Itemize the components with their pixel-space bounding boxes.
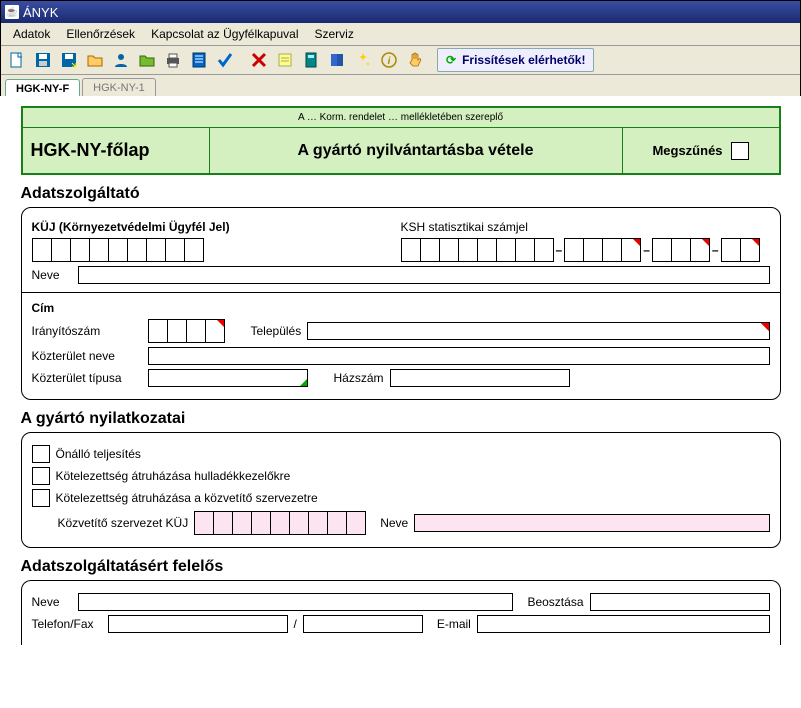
- kozterulet-tipusa-label: Közterület típusa: [32, 371, 142, 385]
- fel-beosztas-input[interactable]: [590, 593, 770, 611]
- tb-book-icon[interactable]: [325, 48, 349, 72]
- kozterulet-neve-label: Közterület neve: [32, 349, 142, 363]
- kozvetito-neve-input[interactable]: [414, 514, 769, 532]
- form-page: A … Korm. rendelet … mellékletében szere…: [21, 106, 781, 708]
- neve-input[interactable]: [78, 266, 770, 284]
- opt3-checkbox[interactable]: [32, 489, 50, 507]
- fel-neve-input[interactable]: [78, 593, 514, 611]
- kozterulet-tipusa-input[interactable]: [148, 369, 308, 387]
- divider: [22, 292, 780, 293]
- menu-adatok[interactable]: Adatok: [5, 25, 58, 43]
- updates-label: Frissítések elérhetők!: [462, 53, 585, 67]
- menu-bar: Adatok Ellenőrzések Kapcsolat az Ügyfélk…: [1, 23, 800, 46]
- fel-fax-input[interactable]: [303, 615, 423, 633]
- fel-beosztas-label: Beosztása: [527, 595, 583, 609]
- tb-save-as-icon[interactable]: [57, 48, 81, 72]
- window-title-bar: ☕ ÁNYK: [1, 1, 800, 23]
- tb-form-icon[interactable]: [187, 48, 211, 72]
- kozterulet-neve-input[interactable]: [148, 347, 770, 365]
- menu-szerviz[interactable]: Szerviz: [306, 25, 361, 43]
- slash-label: /: [294, 617, 297, 631]
- ksh-label: KSH statisztikai számjel: [401, 220, 770, 234]
- tb-calc-icon[interactable]: [299, 48, 323, 72]
- fel-tel-label: Telefon/Fax: [32, 617, 102, 631]
- java-icon: ☕: [5, 5, 19, 19]
- tb-info-icon[interactable]: i: [377, 48, 401, 72]
- menu-ellenorzesek[interactable]: Ellenőrzések: [58, 25, 143, 43]
- fel-email-input[interactable]: [477, 615, 770, 633]
- kozvetito-neve-label: Neve: [380, 516, 408, 530]
- refresh-icon: ⟳: [446, 53, 456, 67]
- tb-print-icon[interactable]: [161, 48, 185, 72]
- section-nyilatkozat-title: A gyártó nyilatkozatai: [21, 410, 781, 428]
- opt2-checkbox[interactable]: [32, 467, 50, 485]
- fel-telefon-input[interactable]: [108, 615, 288, 633]
- opt1-checkbox[interactable]: [32, 445, 50, 463]
- opt3-label: Kötelezettség átruházása a közvetítő sze…: [56, 491, 318, 505]
- megszunes-label: Megszűnés: [652, 143, 722, 158]
- section-adatszolgaltato-title: Adatszolgáltató: [21, 185, 781, 203]
- panel-adatszolgaltato: KÜJ (Környezetvédelmi Ügyfél Jel) KSH st…: [21, 207, 781, 400]
- tab-hgk-ny-1[interactable]: HGK-NY-1: [82, 78, 156, 97]
- hazszam-input[interactable]: [390, 369, 570, 387]
- header-reference: A … Korm. rendelet … mellékletében szere…: [23, 108, 779, 128]
- megszunes-cell: Megszűnés: [623, 128, 779, 173]
- menu-kapcsolat[interactable]: Kapcsolat az Ügyfélkapuval: [143, 25, 306, 43]
- kozvetito-kuj-input[interactable]: [194, 511, 366, 535]
- opt1-label: Önálló teljesítés: [56, 447, 141, 461]
- neve-label: Neve: [32, 268, 72, 282]
- opt2-label: Kötelezettség átruházása hulladékkezelők…: [56, 469, 291, 483]
- window-title: ÁNYK: [23, 5, 58, 20]
- tb-magic-icon[interactable]: [351, 48, 375, 72]
- tb-user-icon[interactable]: [109, 48, 133, 72]
- form-code: HGK-NY-főlap: [23, 128, 210, 173]
- toolbar: i ⟳ Frissítések elérhetők!: [1, 46, 800, 75]
- svg-text:i: i: [388, 56, 391, 67]
- tb-hand-icon[interactable]: [403, 48, 427, 72]
- tb-new-icon[interactable]: [5, 48, 29, 72]
- tb-delete-icon[interactable]: [247, 48, 271, 72]
- irsz-input[interactable]: [148, 319, 225, 343]
- section-felelos-title: Adatszolgáltatásért felelős: [21, 558, 781, 576]
- hazszam-label: Házszám: [334, 371, 384, 385]
- kozvetito-kuj-label: Közvetítő szervezet KÜJ: [58, 516, 189, 530]
- tab-strip: HGK-NY-F HGK-NY-1: [1, 75, 800, 98]
- kuj-label: KÜJ (Környezetvédelmi Ügyfél Jel): [32, 220, 386, 234]
- form-header: A … Korm. rendelet … mellékletében szere…: [21, 106, 781, 175]
- tb-note-icon[interactable]: [273, 48, 297, 72]
- fel-neve-label: Neve: [32, 595, 72, 609]
- panel-nyilatkozat: Önálló teljesítés Kötelezettség átruházá…: [21, 432, 781, 548]
- kuj-input[interactable]: [32, 238, 386, 262]
- ksh-input[interactable]: – – –: [401, 238, 770, 262]
- tb-open-icon[interactable]: [83, 48, 107, 72]
- tb-check-icon[interactable]: [213, 48, 237, 72]
- irsz-label: Irányítószám: [32, 324, 142, 338]
- fel-email-label: E-mail: [437, 617, 471, 631]
- tb-save-icon[interactable]: [31, 48, 55, 72]
- updates-available-button[interactable]: ⟳ Frissítések elérhetők!: [437, 48, 594, 72]
- tb-folder-icon[interactable]: [135, 48, 159, 72]
- cim-label: Cím: [32, 301, 770, 315]
- form-title: A gyártó nyilvántartásba vétele: [210, 128, 623, 173]
- telepules-label: Település: [251, 324, 302, 338]
- form-scroll-area[interactable]: A … Korm. rendelet … mellékletében szere…: [0, 96, 801, 708]
- telepules-input[interactable]: [307, 322, 769, 340]
- megszunes-checkbox[interactable]: [731, 142, 749, 160]
- panel-felelos: Neve Beosztása Telefon/Fax / E-mail: [21, 580, 781, 645]
